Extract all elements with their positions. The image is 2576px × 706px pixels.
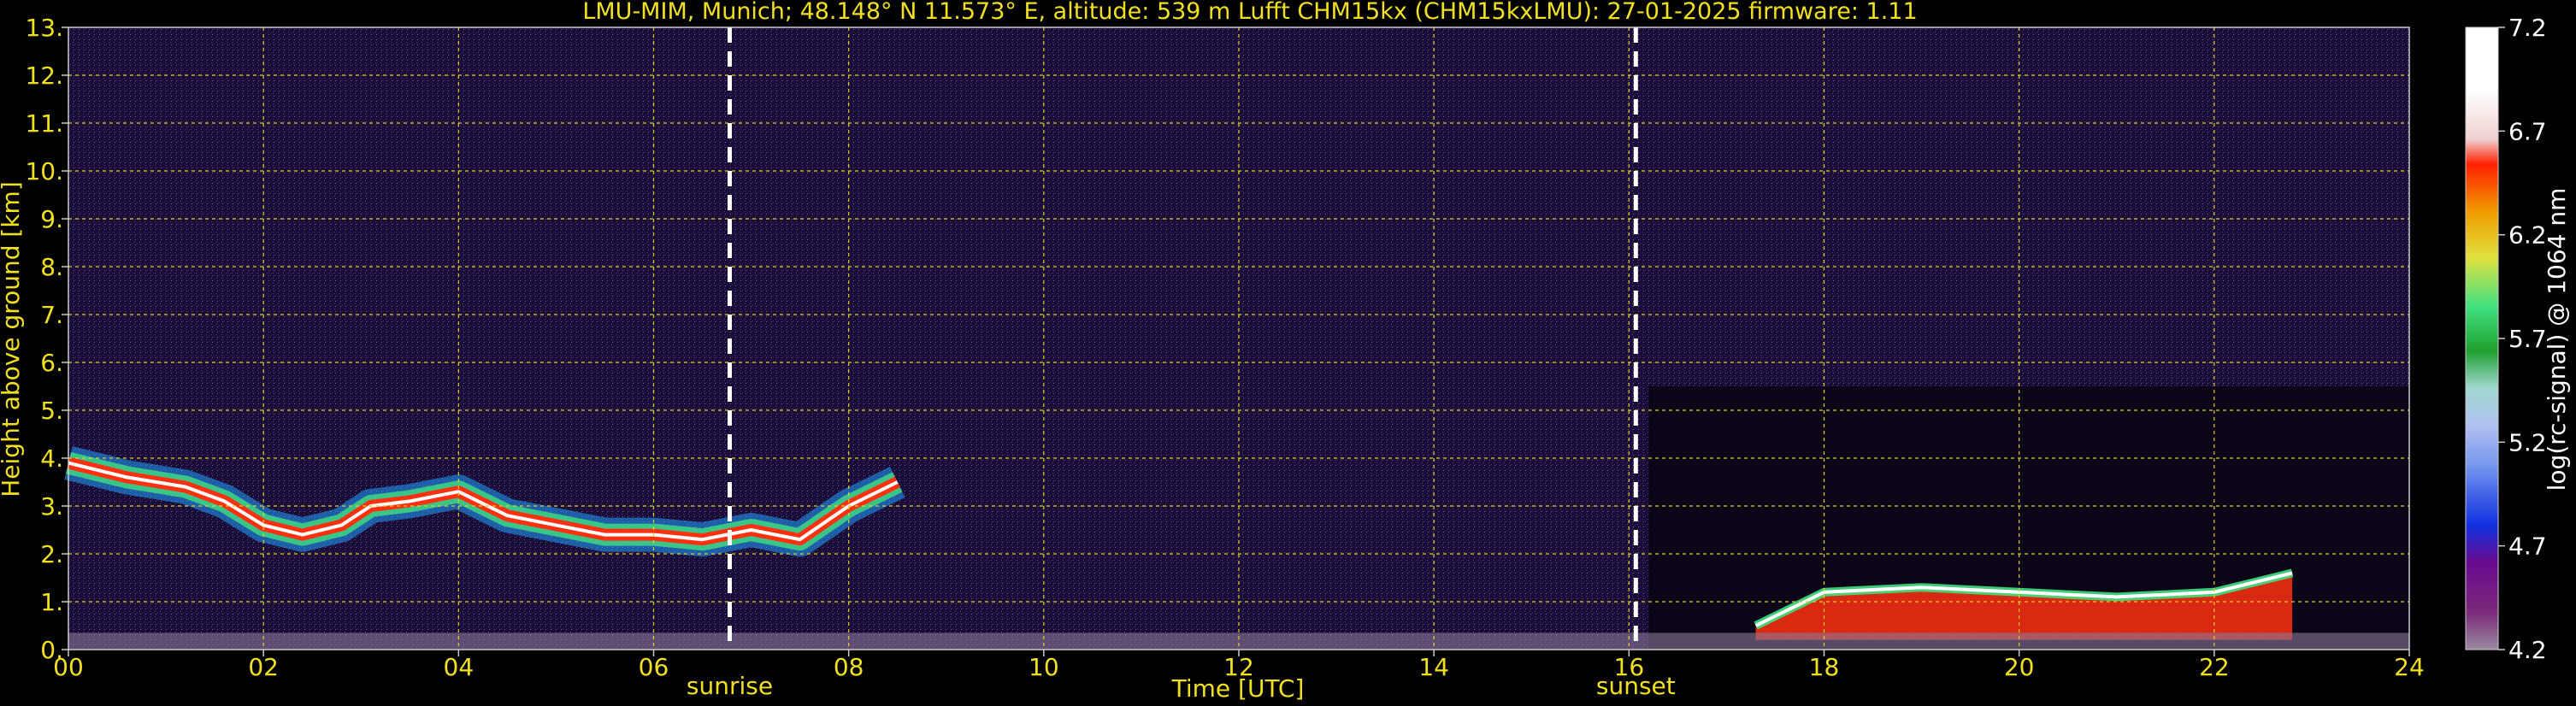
ceilometer-figure: sunrise sunset 0.1.2.3.4.5.6.7.8.9.10.11.… bbox=[0, 0, 2571, 703]
colorbar-label: log(rc-signal) @ 1064 nm bbox=[2543, 188, 2571, 491]
colorbar-tick-label: 4.2 bbox=[2508, 636, 2547, 664]
x-tick-label: 16 bbox=[1614, 653, 1645, 681]
y-tick-label: 3. bbox=[40, 492, 63, 521]
colorbar-tick-label: 6.7 bbox=[2508, 117, 2547, 145]
x-tick-label: 18 bbox=[1809, 653, 1840, 681]
y-tick-label: 2. bbox=[40, 540, 63, 568]
event-label-sunrise: sunrise bbox=[687, 672, 773, 700]
x-tick-label: 10 bbox=[1029, 653, 1059, 681]
y-axis-label: Height above ground [km] bbox=[0, 181, 25, 497]
y-tick-label: 8. bbox=[40, 253, 63, 281]
colorbar-tick-label: 6.2 bbox=[2508, 221, 2547, 250]
y-tick-label: 10. bbox=[25, 157, 63, 185]
x-tick-label: 22 bbox=[2199, 653, 2230, 681]
y-tick-label: 13. bbox=[25, 14, 63, 42]
x-tick-label: 00 bbox=[53, 653, 84, 681]
y-tick-label: 7. bbox=[40, 301, 63, 329]
x-tick-label: 20 bbox=[2004, 653, 2035, 681]
x-axis-label: Time [UTC] bbox=[1171, 674, 1305, 703]
y-tick-label: 1. bbox=[40, 588, 63, 616]
colorbar-ticks: 4.2 4.7 5.2 5.7 6.2 6.7 7.2 bbox=[2498, 14, 2547, 664]
near-surface-band bbox=[68, 632, 2409, 650]
y-axis-ticks: 0.1.2.3.4.5.6.7.8.9.10.11.12.13. bbox=[25, 14, 68, 664]
colorbar-tick-label: 4.7 bbox=[2508, 532, 2547, 561]
y-tick-label: 6. bbox=[40, 349, 63, 377]
colorbar bbox=[2465, 26, 2499, 650]
x-tick-label: 08 bbox=[834, 653, 864, 681]
x-tick-label: 06 bbox=[639, 653, 669, 681]
y-tick-label: 9. bbox=[40, 205, 63, 233]
y-tick-label: 12. bbox=[25, 62, 63, 90]
chart-title: LMU-MIM, Munich; 48.148° N 11.573° E, al… bbox=[582, 0, 1917, 25]
x-tick-label: 02 bbox=[248, 653, 279, 681]
y-tick-label: 4. bbox=[40, 444, 63, 473]
colorbar-tick-label: 7.2 bbox=[2508, 14, 2547, 42]
colorbar-tick-label: 5.2 bbox=[2508, 428, 2547, 456]
y-tick-label: 11. bbox=[25, 109, 63, 138]
x-tick-label: 14 bbox=[1418, 653, 1449, 681]
x-tick-label: 24 bbox=[2394, 653, 2425, 681]
y-tick-label: 5. bbox=[40, 397, 63, 425]
colorbar-tick-label: 5.7 bbox=[2508, 325, 2547, 353]
x-tick-label: 04 bbox=[444, 653, 475, 681]
